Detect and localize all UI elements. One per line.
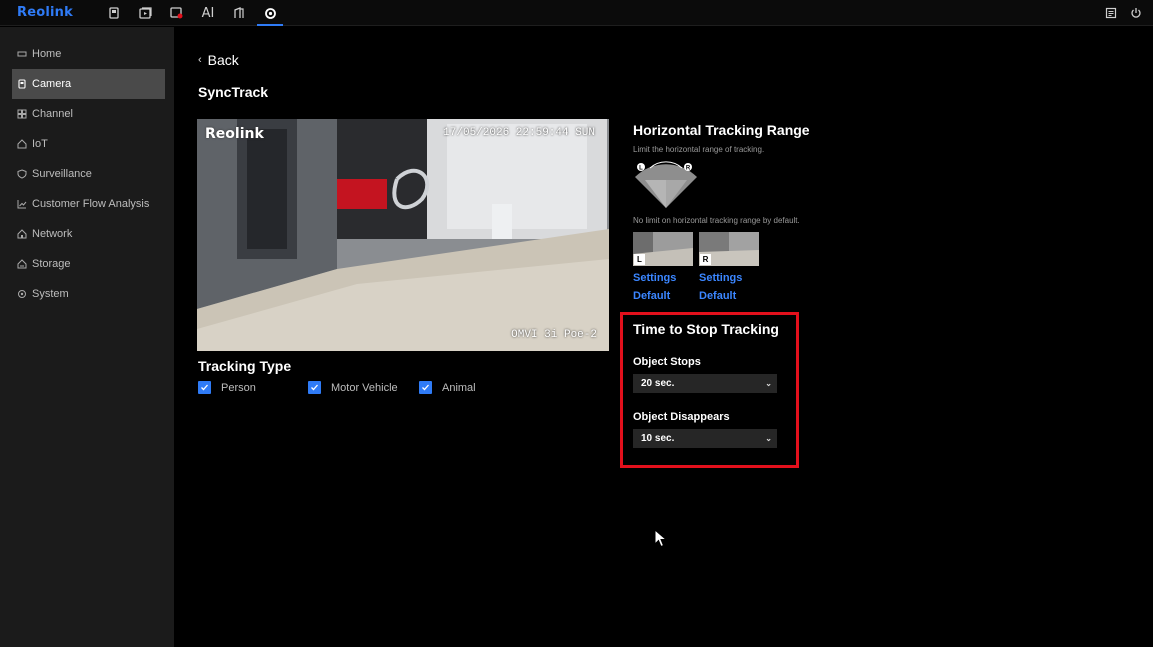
right-marker-label: R bbox=[686, 166, 691, 172]
osd-camera-name: OMVI 3i Poe-2 bbox=[511, 329, 597, 341]
system-icon bbox=[17, 289, 27, 299]
checkmark-icon bbox=[308, 381, 321, 394]
sidebar-item-home[interactable]: Home bbox=[12, 39, 165, 69]
chevron-down-icon: ⌄ bbox=[765, 379, 772, 388]
left-limit-thumbnail: L bbox=[633, 232, 693, 266]
checkmark-icon bbox=[198, 381, 211, 394]
right-settings-link[interactable]: Settings bbox=[699, 272, 742, 284]
object-disappears-value: 10 sec. bbox=[641, 433, 675, 444]
object-stops-select[interactable]: 20 sec. ⌄ bbox=[633, 374, 777, 393]
left-limit-tag: L bbox=[634, 254, 645, 265]
checkbox-label: Animal bbox=[442, 381, 476, 394]
sidebar-item-label: Camera bbox=[32, 78, 72, 90]
sidebar-item-network[interactable]: Network bbox=[12, 219, 165, 249]
sidebar-item-customer-flow-analysis[interactable]: Customer Flow Analysis bbox=[12, 189, 165, 219]
top-bar: Reolink AI bbox=[0, 0, 1153, 26]
home-icon bbox=[17, 49, 27, 59]
chevron-down-icon: ⌄ bbox=[765, 434, 772, 443]
sidebar-item-label: Surveillance bbox=[32, 168, 92, 180]
left-marker-label: L bbox=[639, 166, 643, 172]
left-default-link[interactable]: Default bbox=[633, 290, 670, 302]
object-disappears-label: Object Disappears bbox=[633, 411, 730, 423]
sidebar-item-label: System bbox=[32, 288, 69, 300]
reolink-logo: Reolink bbox=[17, 5, 73, 20]
left-settings-link[interactable]: Settings bbox=[633, 272, 676, 284]
network-icon bbox=[17, 229, 27, 239]
right-limit-tag: R bbox=[700, 254, 711, 265]
power-icon[interactable] bbox=[1122, 0, 1150, 26]
ai-label: AI bbox=[201, 5, 215, 21]
notes-icon[interactable] bbox=[1097, 0, 1125, 26]
door-icon[interactable] bbox=[225, 0, 253, 26]
tracking-type-title: Tracking Type bbox=[198, 358, 292, 374]
device-icon[interactable] bbox=[100, 0, 128, 26]
sidebar-item-label: Network bbox=[32, 228, 73, 240]
sidebar-item-label: IoT bbox=[32, 138, 48, 150]
horizontal-tracking-range-title: Horizontal Tracking Range bbox=[633, 122, 810, 138]
checkmark-icon bbox=[419, 381, 432, 394]
sidebar-item-label: Home bbox=[32, 48, 62, 60]
sidebar-item-system[interactable]: System bbox=[12, 279, 165, 309]
settings-gear-icon[interactable] bbox=[256, 0, 284, 26]
osd-timestamp: 17/05/2026 22:59:44 SUN bbox=[443, 127, 595, 139]
shield-icon bbox=[17, 169, 27, 179]
storage-icon bbox=[17, 259, 27, 269]
alarm-video-icon[interactable] bbox=[162, 0, 190, 26]
iot-icon bbox=[17, 139, 27, 149]
camera-icon bbox=[17, 79, 27, 89]
back-button[interactable]: ‹ Back bbox=[198, 52, 239, 68]
channel-icon bbox=[17, 109, 27, 119]
checkbox-label: Motor Vehicle bbox=[331, 381, 398, 394]
sidebar-item-surveillance[interactable]: Surveillance bbox=[12, 159, 165, 189]
checkbox-animal[interactable]: Animal bbox=[419, 381, 476, 394]
horizontal-tracking-range-note: No limit on horizontal tracking range by… bbox=[633, 216, 800, 225]
checkbox-label: Person bbox=[221, 381, 256, 394]
checkbox-motor-vehicle[interactable]: Motor Vehicle bbox=[308, 381, 398, 394]
mouse-cursor-icon bbox=[654, 529, 668, 548]
osd-logo: Reolink bbox=[205, 126, 264, 142]
page-title: SyncTrack bbox=[198, 84, 269, 100]
time-to-stop-tracking-title: Time to Stop Tracking bbox=[633, 321, 779, 337]
checkbox-person[interactable]: Person bbox=[198, 381, 256, 394]
chevron-left-icon: ‹ bbox=[198, 54, 202, 66]
horizontal-tracking-range-subtitle: Limit the horizontal range of tracking. bbox=[633, 145, 765, 154]
camera-live-preview: Reolink 17/05/2026 22:59:44 SUN OMVI 3i … bbox=[197, 119, 609, 351]
object-stops-label: Object Stops bbox=[633, 356, 701, 368]
sidebar-item-label: Channel bbox=[32, 108, 73, 120]
tracking-range-fan-icon: L R bbox=[635, 161, 697, 208]
sidebar-item-storage[interactable]: Storage bbox=[12, 249, 165, 279]
back-label: Back bbox=[207, 52, 239, 68]
object-stops-value: 20 sec. bbox=[641, 378, 675, 389]
object-disappears-select[interactable]: 10 sec. ⌄ bbox=[633, 429, 777, 448]
ai-icon[interactable]: AI bbox=[194, 0, 222, 26]
sidebar-item-label: Customer Flow Analysis bbox=[32, 198, 150, 210]
chart-icon bbox=[17, 199, 27, 209]
sidebar-item-camera[interactable]: Camera bbox=[12, 69, 165, 99]
sidebar: Home Camera Channel IoT Surveillance Cus… bbox=[0, 27, 174, 647]
right-default-link[interactable]: Default bbox=[699, 290, 736, 302]
sidebar-item-iot[interactable]: IoT bbox=[12, 129, 165, 159]
playback-icon[interactable] bbox=[131, 0, 159, 26]
right-limit-thumbnail: R bbox=[699, 232, 759, 266]
camera-scene-image bbox=[197, 119, 609, 351]
sidebar-item-label: Storage bbox=[32, 258, 71, 270]
sidebar-item-channel[interactable]: Channel bbox=[12, 99, 165, 129]
